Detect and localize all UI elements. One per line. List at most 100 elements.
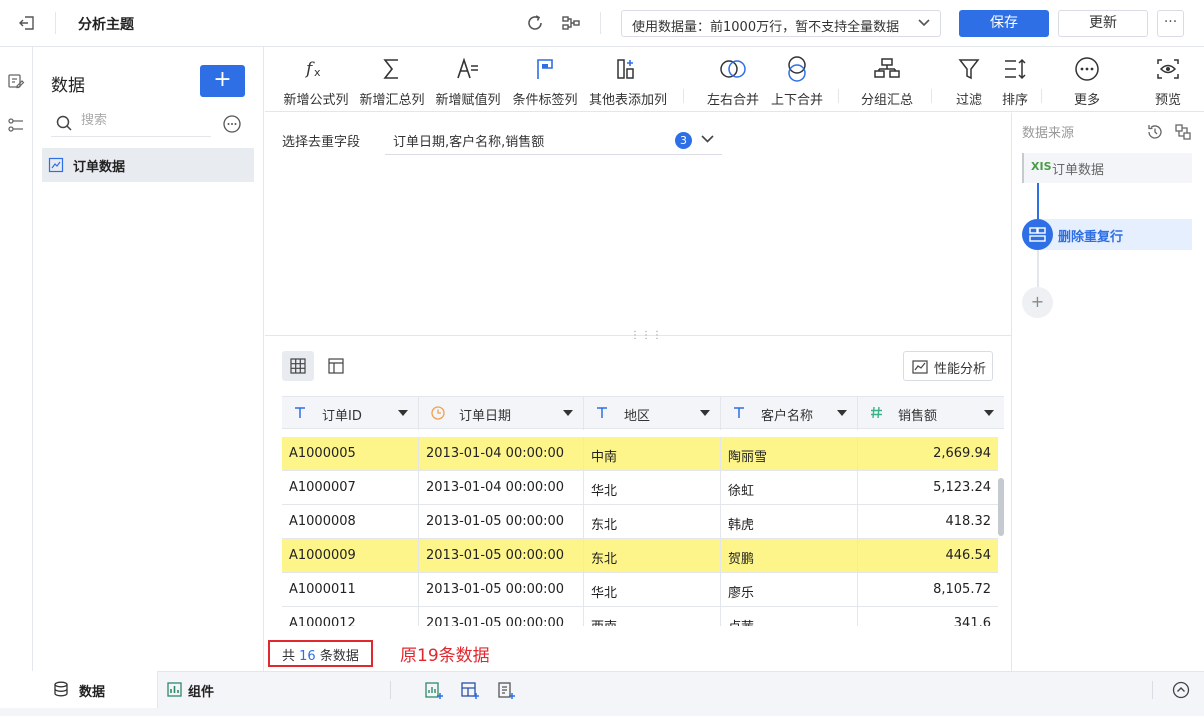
divider <box>390 681 391 699</box>
data-table-label: 订单数据 <box>73 160 126 175</box>
sort-caret-icon <box>700 410 710 416</box>
add-dashboard-icon[interactable] <box>460 681 480 701</box>
sales-cell: 5,123.24 <box>933 480 991 495</box>
column-header-sales[interactable]: 销售额 <box>858 397 1004 430</box>
table-row[interactable]: A1000007 2013-01-04 00:00:00 华北 徐虹 5,123.24 <box>282 471 998 505</box>
add-report-icon[interactable] <box>496 681 516 701</box>
add-data-button[interactable]: + <box>200 65 245 97</box>
grid-view-button[interactable] <box>282 351 314 381</box>
data-edit-icon[interactable] <box>6 71 26 91</box>
order-id-cell: A1000005 <box>282 437 419 471</box>
database-icon <box>54 681 68 697</box>
sort-icon <box>997 55 1033 83</box>
search-box <box>51 109 211 137</box>
sales-cell: 341.6 <box>953 616 991 626</box>
more-button[interactable]: 更多 <box>1069 55 1105 108</box>
table-row[interactable]: A10000122013-01-05 00:00:00西南卢茜 341.6 <box>282 607 998 626</box>
excel-icon: XIS <box>1031 160 1052 173</box>
source-step-node[interactable]: XIS 订单数据 <box>1022 153 1192 183</box>
resize-handle[interactable]: ⋮⋮⋮ <box>630 330 662 342</box>
dedup-field-select[interactable]: 订单日期,客户名称,销售额 3 <box>385 125 722 155</box>
table-row[interactable]: A1000009 2013-01-05 00:00:00 东北 贺鹏 446.54 <box>282 539 998 573</box>
row-count-box: 共 16 条数据 <box>268 640 373 667</box>
update-button[interactable]: 更新 <box>1058 10 1148 37</box>
data-panel-title: 数据 <box>51 76 85 96</box>
dedup-step-node[interactable]: 删除重复行 <box>1022 219 1192 250</box>
order-id-cell: A1000009 <box>282 539 419 573</box>
flow-icon[interactable] <box>6 115 26 135</box>
divider <box>600 12 601 34</box>
data-table-item[interactable]: 订单数据 <box>42 148 254 182</box>
add-summary-column-button[interactable]: 新增汇总列 <box>358 55 426 108</box>
bottom-bar: 数据 组件 <box>0 671 1204 716</box>
customer-name-cell: 韩虎 <box>721 505 858 539</box>
flow-connector <box>1037 183 1039 221</box>
preview-button[interactable]: 预览 <box>1150 55 1186 108</box>
order-date-cell: 2013-01-05 00:00:00 <box>419 607 584 626</box>
add-column-from-other-table-button[interactable]: 其他表添加列 <box>586 55 670 108</box>
layout-view-button[interactable] <box>320 351 352 381</box>
add-column-icon <box>586 55 670 83</box>
divider <box>1152 681 1153 699</box>
formula-icon: fx <box>282 55 350 83</box>
search-input[interactable] <box>81 113 201 128</box>
sales-cell: 446.54 <box>945 548 992 563</box>
table-chart-icon <box>48 157 64 173</box>
assign-icon <box>434 55 502 83</box>
table-row[interactable]: A1000011 2013-01-05 00:00:00 华北 廖乐 8,105.72 <box>282 573 998 607</box>
column-header-order-date[interactable]: 订单日期 <box>419 397 584 430</box>
add-assign-column-button[interactable]: 新增赋值列 <box>434 55 502 108</box>
column-header-region[interactable]: 地区 <box>584 397 721 430</box>
layout-toggle-icon[interactable] <box>1174 123 1192 141</box>
table-row[interactable]: A1000008 2013-01-05 00:00:00 东北 韩虎 418.32 <box>282 505 998 539</box>
customer-name-cell: 贺鹏 <box>721 539 858 573</box>
dedup-config-panel: 选择去重字段 订单日期,客户名称,销售额 3 <box>265 113 1011 336</box>
dedup-field-value: 订单日期,客户名称,销售额 <box>393 135 545 150</box>
more-circle-icon[interactable] <box>222 114 242 134</box>
bar-chart-icon <box>167 682 182 697</box>
column-header-customer-name[interactable]: 客户名称 <box>721 397 858 430</box>
text-type-icon <box>596 406 608 419</box>
region-cell: 西南 <box>584 607 721 626</box>
tab-widget[interactable]: 组件 <box>158 672 238 708</box>
table-row[interactable]: A1000005 2013-01-04 00:00:00 中南 陶丽雪 2,669.94 <box>282 437 998 471</box>
column-header-order-id[interactable]: 订单ID <box>282 397 419 430</box>
group-summary-button[interactable]: 分组汇总 <box>857 55 917 108</box>
table-header: 订单ID 订单日期 地区 客户名称 销售额 <box>282 396 1004 430</box>
sigma-icon <box>358 55 426 83</box>
sales-cell: 418.32 <box>945 514 992 529</box>
save-button[interactable]: 保存 <box>959 10 1049 37</box>
filter-button[interactable]: 过滤 <box>951 55 987 108</box>
region-cell: 华北 <box>584 471 721 505</box>
add-condition-tag-column-button[interactable]: 条件标签列 <box>510 55 580 108</box>
add-step-button[interactable]: + <box>1022 287 1053 318</box>
original-count-annotation: 原19条数据 <box>400 646 490 666</box>
merge-horizontal-icon <box>703 55 763 83</box>
sales-cell: 2,669.94 <box>933 446 991 461</box>
more-options-button[interactable]: ··· <box>1157 10 1184 37</box>
add-formula-column-button[interactable]: fx 新增公式列 <box>282 55 350 108</box>
search-icon <box>55 114 73 132</box>
add-chart-icon[interactable] <box>424 681 444 701</box>
sort-button[interactable]: 排序 <box>997 55 1033 108</box>
sort-caret-icon <box>984 410 994 416</box>
exit-icon[interactable] <box>16 12 38 34</box>
text-type-icon <box>294 406 306 419</box>
merge-top-bottom-button[interactable]: 上下合并 <box>767 55 827 108</box>
toolbar: fx 新增公式列 新增汇总列 新增赋值列 条件标签列 其他表添加列 左右合并 上… <box>265 47 1204 112</box>
history-icon[interactable] <box>1146 123 1164 141</box>
divider <box>55 12 56 34</box>
table-scrollbar[interactable] <box>998 478 1004 536</box>
layout-icon <box>328 358 344 374</box>
chart-icon <box>912 360 928 374</box>
refresh-icon[interactable] <box>524 12 546 34</box>
lineage-icon[interactable] <box>560 12 582 34</box>
customer-name-cell: 陶丽雪 <box>721 437 858 471</box>
tab-widget-label: 组件 <box>188 685 215 700</box>
chevron-up-circle-icon[interactable] <box>1172 681 1190 699</box>
chevron-down-icon <box>918 18 930 28</box>
performance-analysis-button[interactable]: 性能分析 <box>903 351 993 381</box>
merge-left-right-button[interactable]: 左右合并 <box>703 55 763 108</box>
tab-data[interactable]: 数据 <box>0 671 158 708</box>
data-volume-select[interactable]: 使用数据量：前1000万行，暂不支持全量数据 <box>621 10 941 37</box>
